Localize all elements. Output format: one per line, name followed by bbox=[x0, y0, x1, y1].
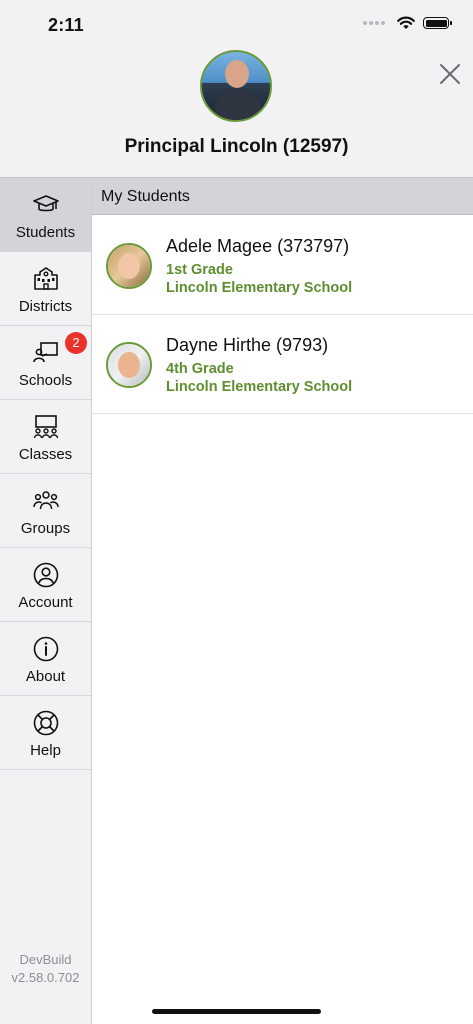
sidebar-item-about[interactable]: About bbox=[0, 622, 91, 696]
status-bar: 2:11 bbox=[0, 0, 473, 50]
student-row[interactable]: Adele Magee (373797) 1st Grade Lincoln E… bbox=[92, 216, 473, 315]
student-avatar bbox=[106, 243, 152, 289]
sidebar-item-label: About bbox=[25, 668, 66, 685]
student-avatar bbox=[106, 342, 152, 388]
version-number: v2.58.0.702 bbox=[11, 970, 80, 985]
battery-icon bbox=[423, 17, 452, 29]
sidebar: Students Districts 2 Schools Classes Gro… bbox=[0, 178, 92, 1024]
classroom-icon bbox=[33, 415, 59, 439]
student-grade: 4th Grade bbox=[166, 361, 234, 377]
student-name: Adele Magee (373797) bbox=[166, 236, 350, 256]
sidebar-item-label: Account bbox=[18, 594, 73, 611]
student-school: Lincoln Elementary School bbox=[166, 280, 353, 296]
principal-avatar bbox=[200, 50, 272, 122]
teacher-board-icon bbox=[33, 342, 58, 363]
principal-name: Principal Lincoln (12597) bbox=[124, 136, 349, 157]
sidebar-item-label: Groups bbox=[20, 520, 71, 537]
section-header: My Students bbox=[92, 178, 473, 215]
students-panel: My Students Adele Magee (373797) 1st Gra… bbox=[92, 178, 473, 1024]
status-time: 2:11 bbox=[48, 15, 84, 35]
sidebar-item-label: Help bbox=[30, 742, 61, 759]
signal-icon bbox=[363, 21, 385, 25]
lifebuoy-icon bbox=[33, 710, 59, 736]
sidebar-item-help[interactable]: Help bbox=[0, 696, 91, 770]
sidebar-item-schools[interactable]: 2 Schools bbox=[0, 326, 91, 400]
student-name: Dayne Hirthe (9793) bbox=[166, 335, 329, 355]
profile-header: Principal Lincoln (12597) bbox=[0, 50, 473, 177]
sidebar-item-label: Districts bbox=[18, 298, 73, 315]
status-icons bbox=[363, 16, 452, 30]
version-info: DevBuild v2.58.0.702 bbox=[0, 951, 91, 987]
sidebar-item-districts[interactable]: Districts bbox=[0, 252, 91, 326]
sidebar-item-groups[interactable]: Groups bbox=[0, 474, 91, 548]
user-circle-icon bbox=[33, 562, 59, 588]
sidebar-item-students[interactable]: Students bbox=[0, 178, 91, 252]
home-indicator bbox=[152, 1009, 321, 1014]
student-grade: 1st Grade bbox=[166, 262, 233, 278]
student-school: Lincoln Elementary School bbox=[166, 379, 353, 395]
student-row[interactable]: Dayne Hirthe (9793) 4th Grade Lincoln El… bbox=[92, 315, 473, 414]
sidebar-item-label: Schools bbox=[18, 372, 73, 389]
sidebar-item-classes[interactable]: Classes bbox=[0, 400, 91, 474]
close-icon[interactable] bbox=[438, 62, 462, 86]
graduation-cap-icon bbox=[33, 195, 59, 212]
info-icon bbox=[33, 636, 59, 662]
building-icon bbox=[34, 267, 58, 290]
wifi-icon bbox=[397, 16, 415, 29]
sidebar-item-account[interactable]: Account bbox=[0, 548, 91, 622]
people-group-icon bbox=[33, 491, 59, 510]
sidebar-item-label: Classes bbox=[18, 446, 73, 463]
build-type: DevBuild bbox=[19, 952, 72, 967]
section-title: My Students bbox=[101, 188, 190, 205]
schools-badge: 2 bbox=[65, 332, 87, 354]
sidebar-item-label: Students bbox=[15, 224, 76, 241]
